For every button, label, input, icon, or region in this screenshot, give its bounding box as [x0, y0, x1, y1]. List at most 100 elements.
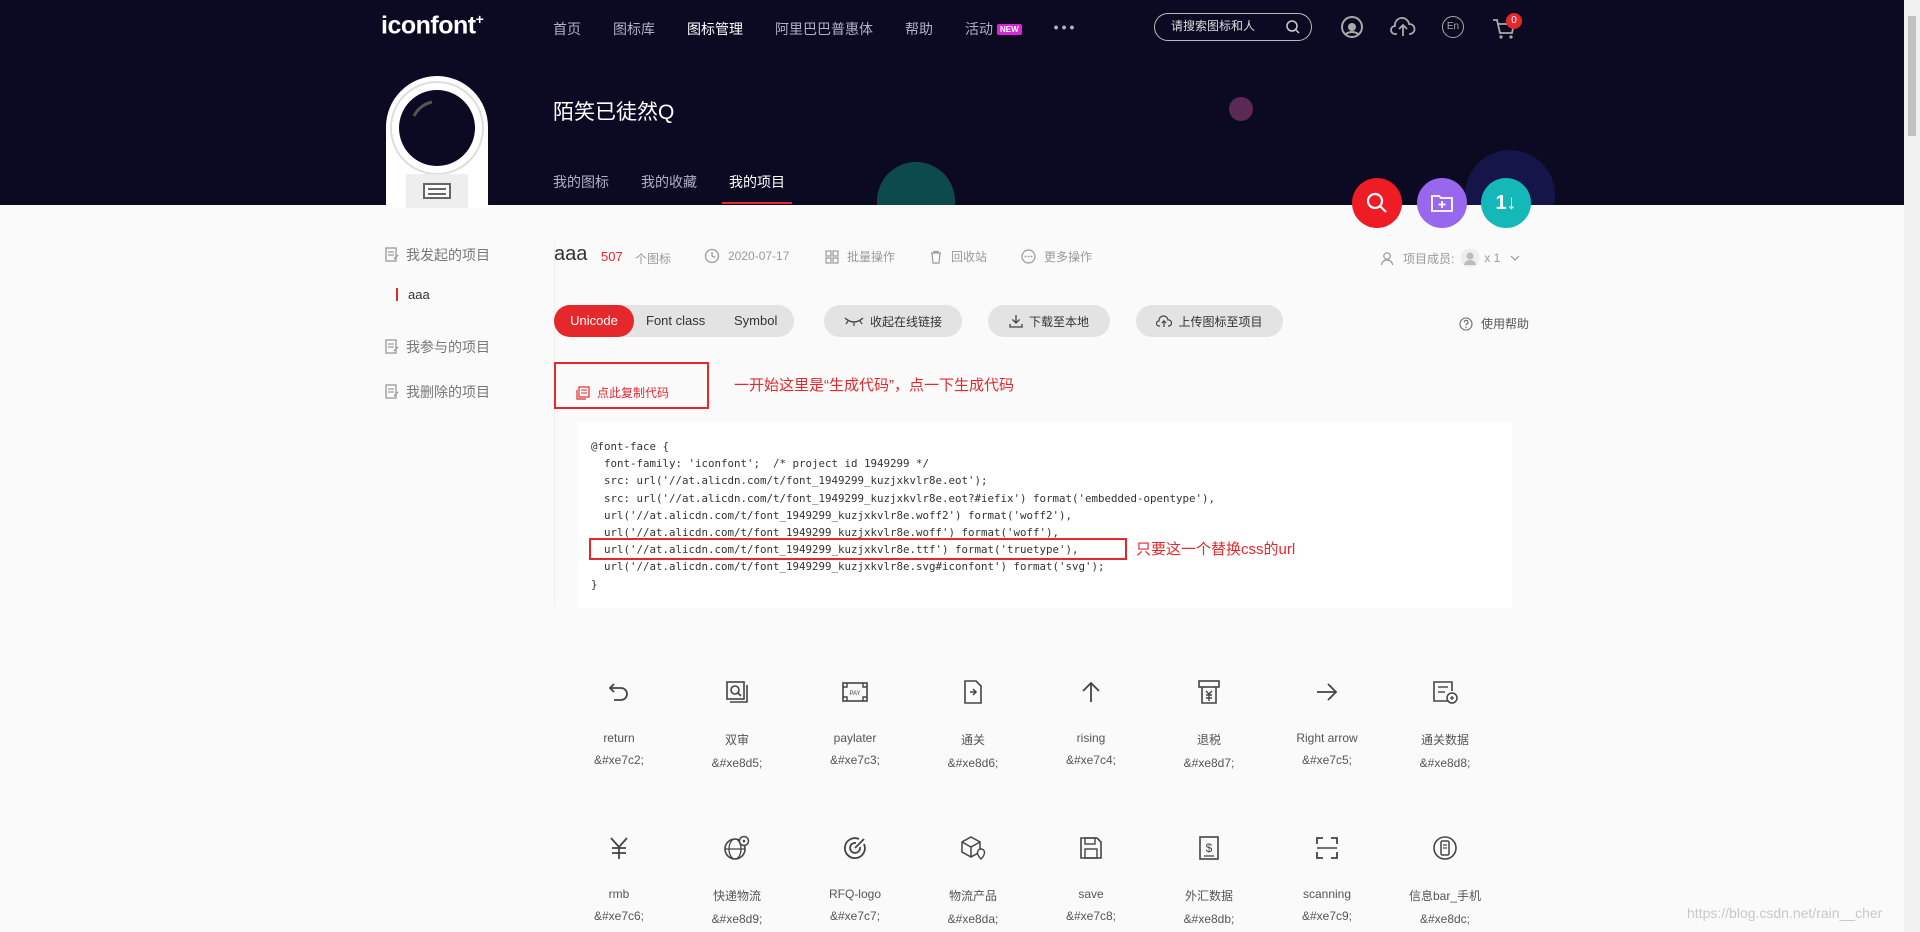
code-text: @font-face { font-family: 'iconfont'; /*…: [591, 438, 1215, 593]
icon-name: 信息bar_手机: [1408, 889, 1482, 903]
profile-username: 陌笑已徒然Q: [553, 101, 675, 124]
community-icon[interactable]: [1340, 15, 1364, 39]
font-face-code-block[interactable]: @font-face { font-family: 'iconfont'; /*…: [578, 422, 1512, 608]
nav-events[interactable]: 活动 NEW: [965, 19, 1022, 39]
icon-card[interactable]: $ 外汇数据 &#xe8db;: [1159, 835, 1259, 926]
icon-name: 快递物流: [712, 889, 761, 903]
icon-card[interactable]: 物流产品 &#xe8da;: [923, 835, 1023, 926]
recycle-bin-button[interactable]: 回收站: [929, 248, 987, 265]
icon-card[interactable]: 退税 &#xe8d7;: [1159, 679, 1259, 770]
copy-code-label: 点此复制代码: [597, 386, 670, 400]
sidebar-item-started[interactable]: 我发起的项目: [384, 245, 490, 265]
usage-help-link[interactable]: 使用帮助: [1459, 315, 1529, 332]
annotation-note-replace: 只要这一个替换css的url: [1136, 541, 1296, 558]
forex-data-icon: $: [1199, 836, 1219, 860]
sidebar-project-aaa[interactable]: aaa: [396, 288, 430, 301]
nav-home[interactable]: 首页: [553, 19, 581, 39]
icon-code: &#xe7c9;: [1301, 909, 1353, 923]
code-line: url('//at.alicdn.com/t/font_1949299_kuzj…: [591, 508, 1073, 522]
tab-symbol[interactable]: Symbol: [734, 305, 777, 337]
icon-card[interactable]: rmb &#xe7c6;: [569, 835, 669, 923]
page-scrollbar[interactable]: [1904, 0, 1920, 932]
icon-card[interactable]: 快递物流 &#xe8d9;: [687, 835, 787, 926]
icon-code: &#xe8d9;: [711, 912, 763, 926]
upload-icons-button[interactable]: 上传图标至项目: [1136, 305, 1283, 337]
search-input[interactable]: [1171, 19, 1281, 33]
user-icon: [1380, 251, 1394, 265]
batch-icon: [825, 249, 839, 264]
project-members[interactable]: 项目成员: x 1: [1380, 248, 1528, 268]
icon-code: &#xe8da;: [947, 912, 999, 926]
sidebar-item-label: 我参与的项目: [406, 339, 490, 355]
decor-circle-purple: [1229, 97, 1253, 121]
icon-card[interactable]: 通关数据 &#xe8d8;: [1395, 679, 1495, 770]
nav-help[interactable]: 帮助: [905, 19, 933, 39]
more-operations-button[interactable]: 更多操作: [1021, 248, 1092, 265]
download-local-button[interactable]: 下载至本地: [988, 305, 1110, 337]
iconfont-logo[interactable]: iconfont+: [381, 11, 484, 40]
tab-my-projects[interactable]: 我的项目: [722, 172, 792, 204]
icon-card[interactable]: Right arrow &#xe7c5;: [1277, 679, 1377, 767]
upload-label: 上传图标至项目: [1178, 314, 1263, 329]
sidebar-item-label: 我发起的项目: [406, 247, 490, 263]
customs-clearance-icon: [964, 680, 982, 704]
fab-search-button[interactable]: [1352, 178, 1402, 228]
top-nav: iconfont+ 首页 图标库 图标管理 阿里巴巴普惠体 帮助 活动 NEW •…: [0, 0, 1920, 56]
icon-count-label: 个图标: [635, 252, 672, 266]
project-list-icon: [385, 384, 399, 399]
icon-name: 物流产品: [948, 889, 997, 903]
recycle-bin-label: 回收站: [951, 250, 988, 264]
customs-data-icon: [1433, 681, 1458, 704]
upload-cloud-icon[interactable]: [1390, 16, 1416, 38]
annotation-box-truetype: [589, 538, 1127, 560]
scrollbar-thumb[interactable]: [1908, 16, 1916, 136]
project-title: aaa: [554, 243, 588, 265]
batch-operations-button[interactable]: 批量操作: [825, 248, 895, 265]
express-logistics-icon: [724, 835, 750, 860]
nav-alibaba-font[interactable]: 阿里巴巴普惠体: [775, 19, 873, 39]
avatar[interactable]: [386, 76, 488, 208]
chevron-down-icon: [1510, 255, 1520, 261]
sidebar-item-joined[interactable]: 我参与的项目: [384, 337, 490, 357]
icon-code: &#xe7c8;: [1065, 909, 1117, 923]
nav-more-button[interactable]: •••: [1054, 19, 1078, 39]
icon-code: &#xe8dc;: [1419, 912, 1471, 926]
collapse-online-link-button[interactable]: 收起在线链接: [824, 305, 962, 337]
content-divider: [554, 243, 555, 605]
icon-card[interactable]: return &#xe7c2;: [569, 679, 669, 767]
tab-my-favorites[interactable]: 我的收藏: [641, 172, 697, 192]
icon-card[interactable]: 通关 &#xe8d6;: [923, 679, 1023, 770]
icon-card[interactable]: PAY paylater &#xe7c3;: [805, 679, 905, 767]
icon-code: &#xe7c5;: [1301, 753, 1353, 767]
tab-unicode[interactable]: Unicode: [554, 305, 634, 337]
tab-font-class[interactable]: Font class: [646, 305, 705, 337]
icon-card[interactable]: save &#xe7c8;: [1041, 835, 1141, 923]
nav-icon-management[interactable]: 图标管理: [687, 19, 743, 39]
icon-card[interactable]: 双审 &#xe8d5;: [687, 679, 787, 770]
sidebar-item-label: 我删除的项目: [406, 384, 490, 400]
icon-card[interactable]: 信息bar_手机 &#xe8dc;: [1395, 835, 1495, 926]
icon-code: &#xe8d8;: [1419, 756, 1471, 770]
icon-card[interactable]: rising &#xe7c4;: [1041, 679, 1141, 767]
icon-name: 退税: [1196, 733, 1221, 747]
usage-help-label: 使用帮助: [1481, 317, 1530, 331]
copy-code-button[interactable]: 点此复制代码: [576, 384, 669, 401]
members-label: 项目成员:: [1403, 251, 1455, 266]
nav-events-label: 活动: [965, 21, 993, 37]
search-box: [1154, 13, 1312, 41]
language-switch[interactable]: En: [1442, 16, 1464, 38]
sidebar-item-deleted[interactable]: 我删除的项目: [384, 382, 490, 402]
icon-card[interactable]: scanning &#xe7c9;: [1277, 835, 1377, 923]
icon-name: 双审: [724, 733, 749, 747]
search-icon[interactable]: [1285, 19, 1301, 35]
tab-my-icons[interactable]: 我的图标: [553, 172, 609, 192]
icon-name: 外汇数据: [1184, 889, 1233, 903]
icon-name: save: [1078, 887, 1104, 901]
icon-card[interactable]: RFQ-logo &#xe7c7;: [805, 835, 905, 923]
icon-code: &#xe7c2;: [593, 753, 645, 767]
collapse-link-label: 收起在线链接: [869, 314, 942, 329]
fab-add-folder-button[interactable]: [1417, 178, 1467, 228]
nav-icon-library[interactable]: 图标库: [613, 19, 655, 39]
icon-code: &#xe7c4;: [1065, 753, 1117, 767]
fab-sort-button[interactable]: 1↓: [1481, 178, 1531, 228]
